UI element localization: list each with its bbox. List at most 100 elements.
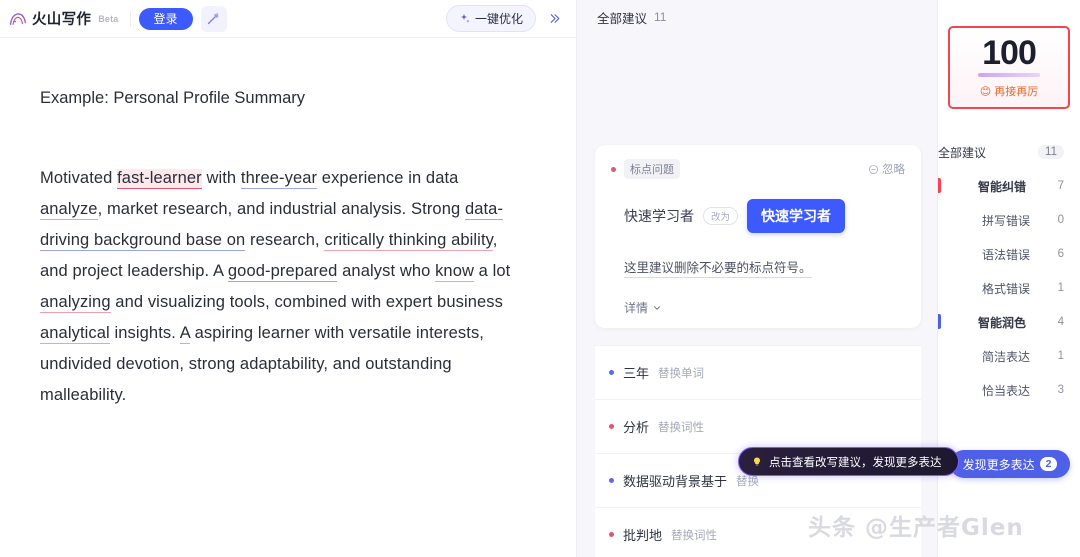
sidebar-nav-item[interactable]: 恰当表达 3 [938, 373, 1080, 407]
sidebar-nav-count: 7 [1057, 180, 1064, 192]
sidebar-nav-item[interactable]: 语法错误 6 [938, 237, 1080, 271]
toolbar-right-group: 一键优化 [445, 5, 566, 32]
sidebar-nav-item[interactable]: 智能纠错 7 [938, 169, 1080, 203]
document-area[interactable]: Example: Personal Profile Summary Motiva… [0, 38, 576, 411]
sidebar-nav-count: 1 [1057, 350, 1064, 362]
score-label-row: 😊 再接再厉 [980, 83, 1038, 99]
watermark: 头条 @生产者Glen [808, 515, 1024, 541]
sidebar-nav-item[interactable]: 简洁表达 1 [938, 339, 1080, 373]
suggestion-item-type: 替换词性 [658, 421, 705, 434]
beta-badge: Beta [98, 13, 119, 24]
sidebar-nav-label: 格式错误 [982, 281, 1031, 296]
suggestion-item-word: 数据驱动背景基于 [623, 474, 728, 489]
suggestion-item-type: 替换单词 [658, 367, 705, 380]
severity-dot-icon [609, 370, 614, 375]
document-mark-red[interactable]: analyzing [40, 292, 111, 313]
document-mark-red[interactable]: analyze [40, 199, 98, 220]
suggestion-list-item[interactable]: 三年 替换单词 [595, 345, 921, 399]
suggestions-header: 全部建议 11 [577, 0, 937, 34]
suggestion-list-item[interactable]: 分析 替换词性 [595, 399, 921, 453]
login-button[interactable]: 登录 [138, 7, 193, 30]
ignore-button[interactable]: 忽略 [868, 161, 905, 177]
suggestion-replace-row: 快速学习者 改为 快速学习者 [611, 199, 905, 233]
discover-count-badge: 2 [1039, 457, 1058, 471]
detail-label: 详情 [624, 301, 649, 315]
collapse-panel-button[interactable] [542, 7, 566, 31]
suggestion-item-word: 批判地 [623, 528, 663, 543]
sidebar-nav-list: 全部建议 11 智能纠错 7 拼写错误 0 语法错误 6 格式错误 1 智能润色 4 简洁表达 1 恰当表达… [938, 135, 1080, 407]
sidebar-nav-label: 智能纠错 [978, 179, 1027, 194]
sidebar-nav-label: 全部建议 [938, 145, 987, 160]
right-sidebar: 100 😊 再接再厉 全部建议 11 智能纠错 7 拼写错误 0 语法错误 6 格式错误 1 智能润… [937, 0, 1080, 557]
score-underline-decoration [978, 73, 1040, 77]
suggestion-item-type: 替换词性 [671, 529, 718, 542]
score-emoji-icon: 😊 [979, 85, 992, 98]
suggestion-detail-toggle[interactable]: 详情 [611, 299, 905, 316]
circle-minus-icon [868, 164, 879, 174]
brand-name: 火山写作 [32, 12, 92, 28]
document-mark-red[interactable]: know [435, 261, 474, 282]
lightbulb-icon [754, 457, 760, 465]
document-mark-red[interactable]: analytical [40, 323, 110, 344]
nav-active-bar [938, 178, 941, 193]
editor-pane: 火山写作 Beta 登录 一键优化 Example: Personal Prof… [0, 0, 577, 557]
sidebar-nav-count: 3 [1057, 384, 1064, 396]
magic-wand-icon [207, 12, 219, 25]
document-title: Example: Personal Profile Summary [40, 89, 306, 107]
toolbar-divider [129, 10, 131, 27]
sidebar-nav-item[interactable]: 智能润色 4 [938, 305, 1080, 339]
severity-dot-icon [609, 478, 614, 483]
suggestions-header-label: 全部建议 [597, 11, 648, 26]
tooltip-text: 点击查看改写建议，发现更多表达 [769, 456, 942, 469]
sidebar-nav-count: 1 [1057, 282, 1064, 294]
volcano-logo-icon [9, 12, 27, 25]
sidebar-nav-count: 11 [1038, 145, 1064, 159]
suggestion-item-word: 三年 [623, 366, 650, 381]
app-root: 火山写作 Beta 登录 一键优化 Example: Personal Prof… [0, 0, 1080, 557]
discover-more-button[interactable]: 发现更多表达 2 [950, 450, 1070, 478]
rewrite-hint-tooltip: 点击查看改写建议，发现更多表达 [738, 447, 959, 476]
ignore-label: 忽略 [882, 164, 905, 176]
suggestion-description: 这里建议删除不必要的标点符号。 [611, 257, 812, 278]
sidebar-nav-label: 智能润色 [978, 315, 1027, 330]
optimize-label: 一键优化 [474, 12, 523, 26]
sidebar-nav-count: 4 [1057, 316, 1064, 328]
document-mark-error[interactable]: fast-learner [117, 168, 202, 189]
suggestion-card[interactable]: 标点问题 忽略 快速学习者 改为 快速学习者 这里建议删除不必要的标点符号。 详… [595, 145, 921, 328]
one-click-optimize-button[interactable]: 一键优化 [445, 5, 536, 32]
document-mark-blue[interactable]: three-year [240, 168, 318, 189]
score-value: 100 [982, 34, 1037, 72]
brand-logo: 火山写作 Beta [8, 8, 122, 29]
score-card: 100 😊 再接再厉 [948, 26, 1070, 109]
severity-dot-icon [611, 166, 616, 172]
severity-dot-icon [609, 424, 614, 429]
document-mark-blue[interactable]: good-prepared [227, 261, 338, 282]
discover-label: 发现更多表达 [962, 457, 1035, 472]
sidebar-nav-count: 6 [1057, 248, 1064, 260]
sidebar-nav-item[interactable]: 全部建议 11 [938, 135, 1080, 169]
sidebar-nav-item[interactable]: 拼写错误 0 [938, 203, 1080, 237]
document-mark-red[interactable]: critically thinking ability [324, 230, 493, 251]
suggestion-item-word: 分析 [623, 420, 650, 435]
suggestions-header-count: 11 [654, 10, 667, 24]
sidebar-nav-label: 简洁表达 [982, 349, 1031, 364]
magic-wand-button[interactable] [200, 5, 227, 32]
chevron-down-icon [654, 305, 660, 310]
original-word: 快速学习者 [624, 208, 694, 224]
sidebar-nav-label: 恰当表达 [982, 383, 1031, 398]
chevron-double-right-icon [550, 14, 559, 23]
apply-replacement-button[interactable]: 快速学习者 [747, 199, 846, 233]
suggestion-description-text: 这里建议删除不必要的标点符号。 [624, 261, 812, 278]
sidebar-nav-label: 拼写错误 [982, 213, 1031, 228]
score-label-text: 再接再厉 [994, 86, 1039, 98]
nav-active-bar [938, 314, 941, 329]
replace-arrow-pill: 改为 [703, 207, 739, 225]
severity-dot-icon [609, 532, 614, 537]
top-toolbar: 火山写作 Beta 登录 一键优化 [0, 0, 576, 38]
sparkle-icon [460, 13, 470, 23]
document-paragraph[interactable]: Motivated fast-learner with three-year e… [40, 163, 518, 411]
sidebar-nav-count: 0 [1057, 214, 1064, 226]
sidebar-nav-item[interactable]: 格式错误 1 [938, 271, 1080, 305]
document-mark-red[interactable]: A [179, 323, 190, 344]
suggestion-card-header: 标点问题 忽略 [611, 159, 905, 179]
